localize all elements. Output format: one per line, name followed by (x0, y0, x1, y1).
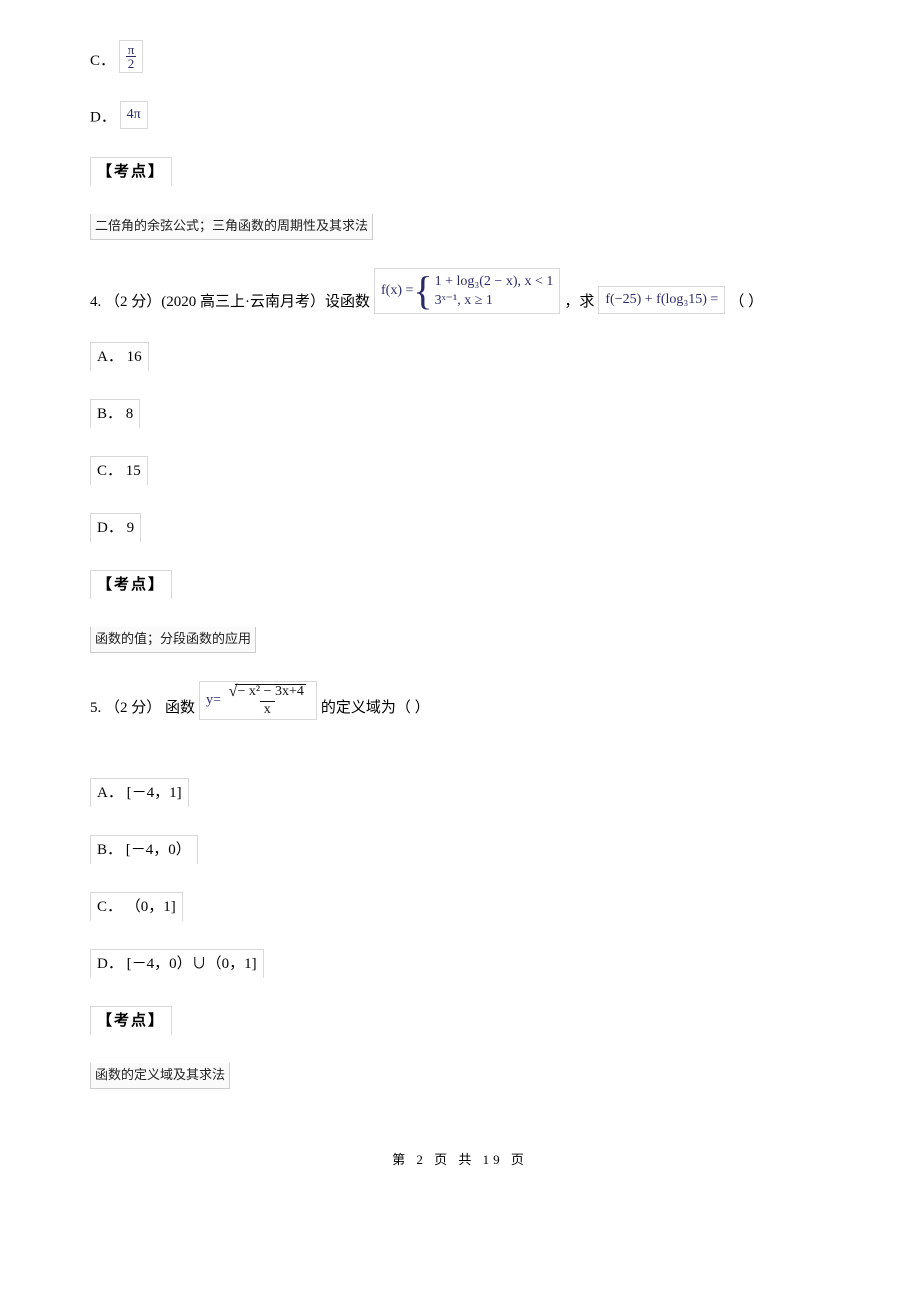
q3-c-frac-num: π (126, 43, 137, 56)
q5-kaodian-tag: 函数的定义域及其求法 (90, 1063, 230, 1089)
q3-kaodian-row: 【考点】 (90, 157, 830, 186)
q4-option-c: C． 15 (90, 456, 148, 485)
q4-option-a: A． 16 (90, 342, 149, 371)
q4-mid: ，求 (564, 290, 594, 314)
q4-kaodian-label: 【考点】 (90, 570, 172, 599)
q4-option-d: D． 9 (90, 513, 141, 542)
q3-c-frac-den: 2 (126, 56, 137, 70)
q5-kaodian-row: 【考点】 (90, 1006, 830, 1035)
q4-expr-box: f(−25) + f(log₃15) = (598, 286, 725, 314)
q4-fx-box: f(x) = { 1 + log₃(2 − x), x < 1 3ˣ⁻¹, x … (374, 268, 560, 314)
q5-stem-row: 5. （2 分） 函数 y= √ − x² − 3x+4 x 的定义域为（ ） (90, 681, 830, 720)
q5-radicand: − x² − 3x+4 (235, 684, 305, 699)
page-content: C． π 2 D． 4π 【考点】 二倍角的余弦公式；三角函数的周期性及其求法 … (0, 0, 920, 1198)
q5-option-d: D． [－4，0）∪（0，1] (90, 949, 264, 978)
q4-prefix: 4. （2 分）(2020 高三上·云南月考）设函数 (90, 290, 370, 314)
q3-option-c-box: π 2 (119, 40, 144, 73)
q5-y-eq: y= (206, 692, 221, 707)
left-brace-icon: { (413, 271, 432, 311)
q4-kaodian-row: 【考点】 (90, 570, 830, 599)
q5-fraction: √ − x² − 3x+4 x (225, 684, 310, 717)
q5-prefix: 5. （2 分） 函数 (90, 696, 195, 720)
q4-kaodian-tag-row: 函数的值；分段函数的应用 (90, 627, 830, 653)
q5-option-b: B． [－4，0） (90, 835, 198, 864)
q5-option-a-row: A． [－4，1] (90, 778, 830, 807)
q4-case2: 3ˣ⁻¹, x ≥ 1 (435, 291, 554, 311)
q4-case1: 1 + log₃(2 − x), x < 1 (435, 272, 554, 292)
q5-func-box: y= √ − x² − 3x+4 x (199, 681, 317, 720)
q4-option-c-row: C． 15 (90, 456, 830, 485)
spacer (90, 748, 830, 778)
q5-option-a: A． [－4，1] (90, 778, 189, 807)
q5-option-c: C． （0，1] (90, 892, 183, 921)
q3-option-c-row: C． π 2 (90, 40, 830, 73)
q3-option-d-row: D． 4π (90, 101, 830, 129)
q5-frac-den: x (260, 701, 275, 717)
q3-option-d-box: 4π (120, 101, 148, 129)
page-footer: 第 2 页 共 19 页 (90, 1149, 830, 1168)
q3-option-c-label: C． (90, 53, 115, 69)
q4-stem-row: 4. （2 分）(2020 高三上·云南月考）设函数 f(x) = { 1 + … (90, 268, 830, 314)
q4-option-a-row: A． 16 (90, 342, 830, 371)
q3-kaodian-label: 【考点】 (90, 157, 172, 186)
q4-option-d-row: D． 9 (90, 513, 830, 542)
q3-option-c-fraction: π 2 (126, 43, 137, 70)
q5-frac-num: √ − x² − 3x+4 (225, 684, 310, 701)
q5-kaodian-tag-row: 函数的定义域及其求法 (90, 1063, 830, 1089)
q3-kaodian-tag-row: 二倍角的余弦公式；三角函数的周期性及其求法 (90, 214, 830, 240)
q3-option-d-label: D． (90, 109, 116, 125)
q4-kaodian-tag: 函数的值；分段函数的应用 (90, 627, 256, 653)
q5-kaodian-label: 【考点】 (90, 1006, 172, 1035)
q5-suffix: 的定义域为（ ） (321, 696, 430, 720)
q5-option-c-row: C． （0，1] (90, 892, 830, 921)
q4-cases: 1 + log₃(2 − x), x < 1 3ˣ⁻¹, x ≥ 1 (435, 272, 554, 311)
q5-sqrt: √ − x² − 3x+4 (229, 684, 306, 700)
q4-option-b: B． 8 (90, 399, 140, 428)
q4-option-b-row: B． 8 (90, 399, 830, 428)
q4-piecewise: f(x) = { 1 + log₃(2 − x), x < 1 3ˣ⁻¹, x … (381, 271, 553, 311)
q4-tail: （ ） (729, 290, 763, 314)
q3-kaodian-tag: 二倍角的余弦公式；三角函数的周期性及其求法 (90, 214, 373, 240)
q5-option-d-row: D． [－4，0）∪（0，1] (90, 949, 830, 978)
q4-fx-lhs: f(x) = (381, 280, 413, 302)
q5-option-b-row: B． [－4，0） (90, 835, 830, 864)
